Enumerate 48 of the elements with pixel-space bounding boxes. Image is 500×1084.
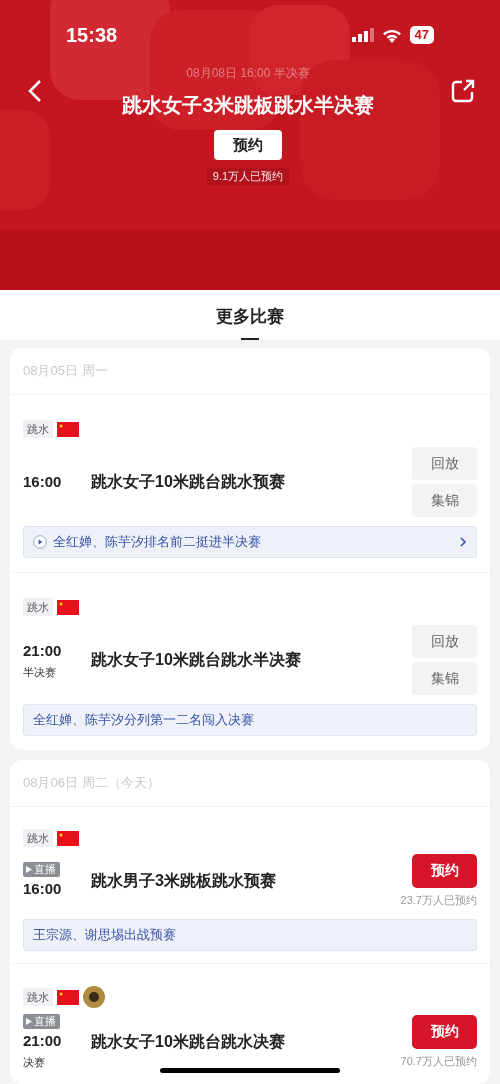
tab[interactable]: 更多比赛 — [216, 290, 284, 340]
event-time: 21:00 — [23, 641, 62, 661]
chevron-icon — [459, 536, 467, 548]
reservation-count: 9.1万人已预约 — [206, 168, 290, 185]
reserve-button[interactable]: 预约 — [412, 853, 477, 888]
event-title: 跳水女子10米跳台跳水半决赛 — [91, 650, 302, 670]
video-button[interactable]: 集锦 — [412, 484, 477, 517]
video-button[interactable]: 集锦 — [412, 662, 477, 695]
play-icon — [26, 1018, 32, 1025]
sport-tag: 跳水 — [23, 988, 53, 1006]
flag-icon — [57, 989, 79, 1005]
sport-tag: 跳水 — [23, 420, 53, 438]
video-button[interactable]: 回放 — [412, 447, 477, 480]
flag-icon — [57, 599, 79, 615]
event-title: 跳水女子10米跳台跳水预赛 — [91, 472, 286, 492]
share-icon[interactable] — [450, 78, 476, 104]
live-badge: 直播 — [23, 1014, 60, 1029]
highlight-bar[interactable]: 全红婵、陈芋汐分列第一二名闯入决赛 — [23, 704, 477, 736]
flag-icon — [57, 830, 79, 846]
reserve-button[interactable]: 预约 — [214, 130, 282, 160]
event-title: 跳水女子10米跳台跳水决赛 — [91, 1032, 286, 1052]
highlight-bar[interactable]: 王宗源、谢思埸出战预赛 — [23, 919, 477, 951]
reserve-button[interactable]: 预约 — [412, 1014, 477, 1049]
live-badge: 直播 — [23, 861, 60, 877]
sport-tag: 跳水 — [23, 829, 53, 847]
highlight-text: 王宗源、谢思埸出战预赛 — [33, 926, 177, 945]
match-title: 跳水女子3米跳板跳水半决赛 — [122, 93, 374, 118]
match-subtitle: 08月08日 16:00 半决赛 — [186, 65, 310, 82]
play-icon — [26, 865, 32, 873]
video-button[interactable]: 回放 — [412, 625, 477, 658]
flag-icon — [57, 421, 79, 437]
emblem-icon — [83, 986, 105, 1008]
reservation-count: 23.7万人已预约 — [400, 892, 477, 908]
wifi-icon — [381, 27, 402, 43]
signal-icon — [351, 28, 374, 42]
sport-tag: 跳水 — [23, 598, 53, 616]
highlight-text: 全红婵、陈芋汐分列第一二名闯入决赛 — [33, 711, 255, 730]
reservation-count: 70.7万人已预约 — [400, 1053, 477, 1069]
highlight-bar[interactable]: 全红婵、陈芋汐排名前二挺进半决赛 — [23, 526, 477, 558]
event-time: 21:00 — [23, 1031, 62, 1051]
event-stage: 半决赛 — [23, 664, 56, 680]
status-time: 15:38 — [66, 23, 118, 48]
event-title: 跳水男子3米跳板跳水预赛 — [91, 871, 277, 891]
play-icon — [33, 535, 47, 549]
highlight-text: 全红婵、陈芋汐排名前二挺进半决赛 — [53, 533, 262, 552]
event-time: 16:00 — [23, 878, 62, 899]
event-time: 16:00 — [23, 471, 62, 492]
event-stage: 决赛 — [23, 1054, 45, 1070]
